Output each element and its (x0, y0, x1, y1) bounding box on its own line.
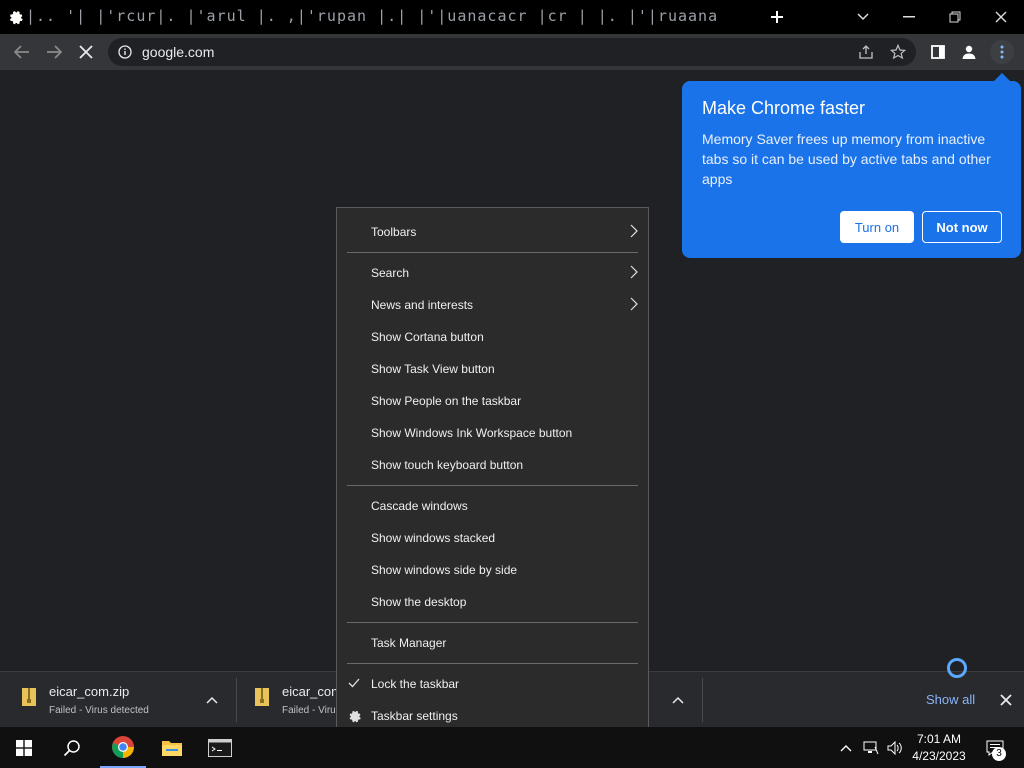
volume-tray-button[interactable] (884, 727, 906, 768)
windows-logo-icon (16, 739, 32, 756)
bookmark-star-icon[interactable] (888, 43, 908, 61)
tab-strip: |.. '| |'rcur|. |'arul |. ,|'rupan |.| |… (0, 0, 1024, 34)
taskbar-chrome[interactable] (100, 727, 146, 768)
back-arrow-icon[interactable] (10, 42, 34, 62)
show-hidden-icons-button[interactable] (836, 727, 856, 768)
chevron-right-icon (630, 224, 638, 238)
menu-separator (347, 252, 638, 253)
show-all-button[interactable]: Show all (926, 692, 975, 707)
chrome-logo-icon (112, 735, 134, 758)
stop-loading-icon[interactable] (74, 42, 98, 62)
menu-item-show-task-view[interactable]: Show Task View button (337, 353, 648, 385)
clock-date[interactable]: 4/23/2023 (908, 749, 970, 763)
promo-title: Make Chrome faster (702, 98, 866, 118)
side-panel-icon[interactable] (928, 43, 948, 61)
zip-file-icon (20, 686, 38, 708)
menu-separator (347, 485, 638, 486)
download-name[interactable]: eicar_com.zip (49, 684, 129, 699)
restore-icon[interactable] (942, 6, 968, 28)
address-bar[interactable] (108, 38, 916, 66)
close-shelf-icon[interactable] (996, 690, 1016, 710)
tab-list-chevron-icon[interactable] (852, 6, 874, 28)
share-icon[interactable] (856, 43, 876, 61)
tab-title[interactable]: |.. '| |'rcur|. |'arul |. ,|'rupan |.| |… (26, 7, 716, 27)
download-options-chevron-icon[interactable] (668, 690, 688, 710)
not-now-button[interactable]: Not now (922, 211, 1002, 243)
menu-item-show-desktop[interactable]: Show the desktop (337, 586, 648, 618)
download-name[interactable]: eicar_com (282, 684, 342, 699)
menu-item-toolbars[interactable]: Toolbars (337, 216, 648, 248)
minimize-icon[interactable] (896, 6, 922, 28)
menu-item-show-people[interactable]: Show People on the taskbar (337, 385, 648, 417)
chrome-menu-icon[interactable] (990, 40, 1014, 64)
network-icon (863, 741, 879, 754)
chevron-right-icon (630, 297, 638, 311)
taskbar-context-menu: Toolbars Search News and interests Show … (336, 207, 649, 741)
promo-arrow-icon (993, 73, 1011, 82)
loading-spinner-icon (947, 658, 967, 678)
terminal-icon (208, 738, 232, 757)
taskbar-terminal[interactable] (198, 727, 242, 768)
site-info-icon[interactable] (116, 43, 134, 61)
menu-separator (347, 663, 638, 664)
clock-time[interactable]: 7:01 AM (908, 732, 970, 746)
menu-item-show-touch-keyboard[interactable]: Show touch keyboard button (337, 449, 648, 481)
menu-item-show-windows-stacked[interactable]: Show windows stacked (337, 522, 648, 554)
turn-on-button[interactable]: Turn on (840, 211, 914, 243)
promo-body: Memory Saver frees up memory from inacti… (702, 131, 991, 187)
download-status: Failed - Virus (282, 705, 341, 716)
memory-saver-promo: Make Chrome faster Memory Saver frees up… (682, 81, 1021, 258)
menu-item-news-and-interests[interactable]: News and interests (337, 289, 648, 321)
profile-avatar-icon[interactable] (958, 42, 980, 62)
speaker-icon (887, 740, 902, 755)
download-options-chevron-icon[interactable] (202, 690, 222, 710)
download-divider (236, 678, 237, 722)
menu-item-search[interactable]: Search (337, 257, 648, 289)
action-center-button[interactable]: 3 (978, 727, 1012, 768)
notification-count-badge: 3 (992, 747, 1006, 761)
close-window-icon[interactable] (988, 6, 1014, 28)
taskbar-search-button[interactable] (50, 727, 94, 768)
download-divider (702, 678, 703, 722)
checkmark-icon (348, 678, 360, 688)
url-text[interactable]: google.com (142, 44, 214, 60)
search-icon (63, 739, 80, 756)
menu-item-show-ink-workspace[interactable]: Show Windows Ink Workspace button (337, 417, 648, 449)
menu-item-show-cortana[interactable]: Show Cortana button (337, 321, 648, 353)
download-status: Failed - Virus detected (49, 705, 149, 716)
menu-separator (347, 622, 638, 623)
chevron-up-icon (840, 744, 852, 751)
chevron-right-icon (630, 265, 638, 279)
new-tab-icon[interactable] (766, 6, 788, 28)
gear-icon (349, 710, 361, 723)
menu-item-show-windows-side-by-side[interactable]: Show windows side by side (337, 554, 648, 586)
menu-item-lock-taskbar[interactable]: Lock the taskbar (337, 668, 648, 700)
forward-arrow-icon[interactable] (42, 42, 66, 62)
menu-item-cascade-windows[interactable]: Cascade windows (337, 490, 648, 522)
windows-taskbar: 7:01 AM 4/23/2023 3 (0, 727, 1024, 768)
zip-file-icon (253, 686, 271, 708)
start-button[interactable] (0, 727, 48, 768)
tab-search-gear-icon[interactable] (6, 8, 24, 26)
folder-icon (162, 740, 182, 756)
network-tray-button[interactable] (860, 727, 882, 768)
menu-item-task-manager[interactable]: Task Manager (337, 627, 648, 659)
taskbar-file-explorer[interactable] (150, 727, 194, 768)
